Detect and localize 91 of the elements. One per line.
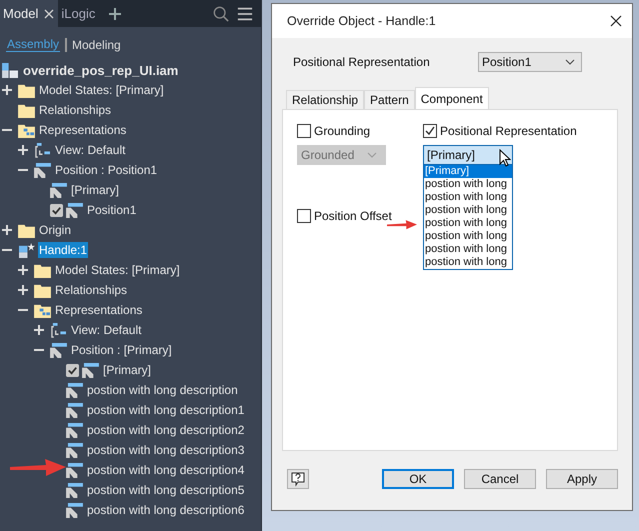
checkbox[interactable] <box>66 364 79 376</box>
tree-item[interactable]: postion with long description <box>86 382 239 398</box>
tree-item[interactable]: override_pos_rep_UI.iam <box>22 62 180 78</box>
caret-icon <box>367 152 377 158</box>
dropdown-option[interactable]: postion with long <box>424 243 512 256</box>
position-icon <box>66 422 83 438</box>
tree-item[interactable]: Position : Position1 <box>54 162 158 178</box>
tree-item[interactable]: Representations <box>54 302 144 318</box>
checkbox[interactable] <box>297 209 311 223</box>
tree-item[interactable]: Handle:1 <box>38 242 88 258</box>
view-icon <box>34 142 51 158</box>
dropdown-option[interactable]: [Primary] <box>424 165 512 178</box>
mode-tab[interactable]: Modeling <box>72 38 121 52</box>
folder-icon <box>18 222 35 238</box>
position-icon <box>66 462 83 478</box>
tree-item[interactable]: postion with long description6 <box>86 502 246 518</box>
checkbox[interactable] <box>423 124 437 138</box>
expand-icon[interactable] <box>18 285 28 295</box>
tree-item[interactable]: Relationships <box>38 102 112 118</box>
add-tab-icon[interactable] <box>109 8 122 20</box>
position-icon <box>66 402 83 418</box>
dropdown-option[interactable]: postion with long <box>424 178 512 191</box>
tab[interactable]: Relationship <box>286 90 364 109</box>
dialog-button[interactable]: Apply <box>546 469 618 489</box>
tree-item[interactable]: Model States: [Primary] <box>54 262 181 278</box>
position-icon <box>50 342 67 358</box>
mouse-cursor-icon <box>499 149 511 167</box>
checkbox[interactable] <box>50 204 63 216</box>
dropdown-option[interactable]: postion with long <box>424 256 512 269</box>
expand-icon[interactable] <box>2 85 12 95</box>
position-icon <box>66 382 83 398</box>
position-icon <box>50 182 67 198</box>
tree-item[interactable]: postion with long description4 <box>86 462 246 478</box>
caret-icon <box>565 59 575 65</box>
tree-item[interactable]: postion with long description5 <box>86 482 246 498</box>
folder-icon <box>34 262 51 278</box>
position-icon <box>66 442 83 458</box>
tree-item[interactable]: Position1 <box>86 202 138 218</box>
tree-item[interactable]: [Primary] <box>102 362 152 378</box>
browser-tab[interactable]: Model <box>0 0 58 27</box>
help-icon[interactable] <box>287 469 309 489</box>
checkbox-label: Grounding <box>314 124 370 138</box>
dropdown-option[interactable]: postion with long <box>424 204 512 217</box>
tree-item[interactable]: postion with long description1 <box>86 402 246 418</box>
folder-icon <box>18 102 35 118</box>
tree-item[interactable]: View: Default <box>54 142 126 158</box>
expand-icon[interactable] <box>18 145 28 155</box>
tree-item[interactable]: Position : [Primary] <box>70 342 173 358</box>
tree-item[interactable]: Representations <box>38 122 128 138</box>
tab[interactable]: Component <box>414 87 489 109</box>
dropdown[interactable]: [Primary] <box>423 145 513 165</box>
tree-item[interactable]: postion with long description2 <box>86 422 246 438</box>
folder-icon <box>34 302 51 318</box>
search-icon[interactable] <box>213 6 229 22</box>
folder-icon <box>34 282 51 298</box>
folder-icon <box>18 82 35 98</box>
position-icon <box>66 502 83 518</box>
position-icon <box>66 202 83 218</box>
expand-icon[interactable] <box>2 225 12 235</box>
dropdown-option[interactable]: postion with long <box>424 230 512 243</box>
close-icon[interactable] <box>610 15 622 27</box>
tree-item[interactable]: Origin <box>38 222 72 238</box>
dialog-title: Override Object - Handle:1 <box>287 14 436 28</box>
folder-icon <box>18 122 35 138</box>
mode-tab[interactable]: Assembly <box>6 37 60 52</box>
dropdown-option[interactable]: postion with long <box>424 191 512 204</box>
browser-tab[interactable]: iLogic <box>58 0 100 27</box>
tree-item[interactable]: [Primary] <box>70 182 120 198</box>
dropdown[interactable]: Position1 <box>478 52 582 72</box>
position-icon <box>66 482 83 498</box>
part-icon <box>18 242 35 258</box>
tree-item[interactable]: Relationships <box>54 282 128 298</box>
tree-item[interactable]: Model States: [Primary] <box>38 82 165 98</box>
expand-icon[interactable] <box>34 325 44 335</box>
dropdown-option[interactable]: postion with long <box>424 217 512 230</box>
checkbox-label: Positional Representation <box>440 124 577 138</box>
tree-item[interactable]: View: Default <box>70 322 142 338</box>
menu-icon[interactable] <box>237 6 253 22</box>
view-icon <box>50 322 67 338</box>
tree-item[interactable]: postion with long description3 <box>86 442 246 458</box>
arrow-icon <box>387 219 417 231</box>
checkbox-label: Position Offset <box>314 209 392 223</box>
dialog-button[interactable]: Cancel <box>464 469 536 489</box>
dialog-button[interactable]: OK <box>382 469 454 489</box>
tab[interactable]: Pattern <box>364 90 415 109</box>
position-icon <box>34 162 51 178</box>
field-label: Positional Representation <box>293 55 430 69</box>
position-icon <box>82 362 99 378</box>
arrow-icon <box>10 458 66 478</box>
expand-icon[interactable] <box>18 265 28 275</box>
assembly-icon <box>2 62 19 78</box>
